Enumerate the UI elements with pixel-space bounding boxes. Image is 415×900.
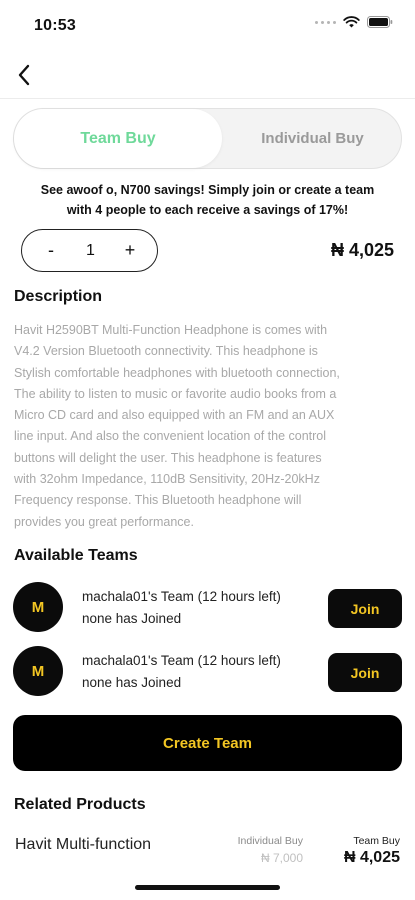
buy-mode-toggle: Team Buy Individual Buy (13, 108, 402, 169)
description-heading: Description (14, 288, 103, 305)
individual-buy-price: Individual Buy ₦ 7,000 (238, 835, 303, 865)
back-button[interactable] (8, 59, 40, 91)
team-buy-label: Team Buy (353, 835, 400, 847)
wifi-icon (343, 16, 360, 28)
home-indicator (135, 885, 280, 890)
description-line: The ability to listen to music or favori… (14, 386, 337, 401)
navigation-bar (0, 55, 415, 99)
team-list-item: M machala01's Team (12 hours left) none … (13, 644, 405, 700)
avatar: M (13, 582, 63, 632)
product-price: ₦ 4,025 (330, 240, 394, 260)
description-line: buttons will delight the user. This head… (14, 450, 322, 465)
savings-promo-text: See awoof o, N700 savings! Simply join o… (18, 180, 397, 220)
team-status: none has Joined (82, 675, 182, 690)
description-line: line input. And also the convenient loca… (14, 429, 327, 444)
promo-line-2: with 4 people to each receive a savings … (66, 203, 349, 217)
signal-dots-icon (315, 20, 336, 24)
individual-buy-value: ₦ 7,000 (260, 851, 303, 865)
quantity-stepper: - 1 + (21, 229, 158, 272)
tab-individual-buy[interactable]: Individual Buy (222, 109, 403, 168)
tab-team-buy[interactable]: Team Buy (14, 109, 222, 168)
team-buy-price: Team Buy ₦ 4,025 (344, 835, 400, 867)
promo-line-1: See awoof o, N700 savings! Simply join o… (40, 183, 375, 197)
related-products-heading: Related Products (14, 796, 146, 813)
chevron-left-icon (18, 64, 30, 86)
team-title: machala01's Team (12 hours left) (82, 653, 281, 668)
status-bar: 10:53 (0, 0, 415, 50)
team-status: none has Joined (82, 611, 182, 626)
description-line: Micro CD card and also equipped with an … (14, 408, 335, 423)
individual-buy-label: Individual Buy (237, 835, 303, 847)
team-info: machala01's Team (12 hours left) none ha… (82, 650, 281, 694)
description-line: V4.2 Version Bluetooth connectivity. Thi… (14, 344, 318, 359)
battery-icon (367, 16, 393, 28)
description-line: Frequency response. This Bluetooth headp… (14, 493, 302, 508)
quantity-value: 1 (86, 241, 95, 259)
join-team-button[interactable]: Join (328, 589, 402, 628)
description-line: Havit H2590BT Multi-Function Headphone i… (14, 323, 328, 337)
description-line: Stylish comfortable headphones with blue… (14, 365, 340, 380)
team-title: machala01's Team (12 hours left) (82, 589, 281, 604)
increment-button[interactable]: + (121, 240, 139, 261)
related-product-name[interactable]: Havit Multi-function (15, 836, 151, 854)
team-info: machala01's Team (12 hours left) none ha… (82, 586, 281, 630)
status-time: 10:53 (34, 17, 76, 34)
description-line: with 32ohm Impedance, 110dB Sensitivity,… (14, 472, 320, 487)
description-text: Havit H2590BT Multi-Function Headphone i… (14, 320, 400, 533)
team-buy-value: ₦ 4,025 (343, 849, 400, 866)
available-teams-heading: Available Teams (14, 547, 138, 564)
decrement-button[interactable]: - (42, 240, 60, 261)
team-list-item: M machala01's Team (12 hours left) none … (13, 580, 405, 636)
create-team-button[interactable]: Create Team (13, 715, 402, 771)
status-icons (315, 16, 393, 28)
join-team-button[interactable]: Join (328, 653, 402, 692)
description-line: provides you great performance. (14, 514, 194, 529)
avatar: M (13, 646, 63, 696)
